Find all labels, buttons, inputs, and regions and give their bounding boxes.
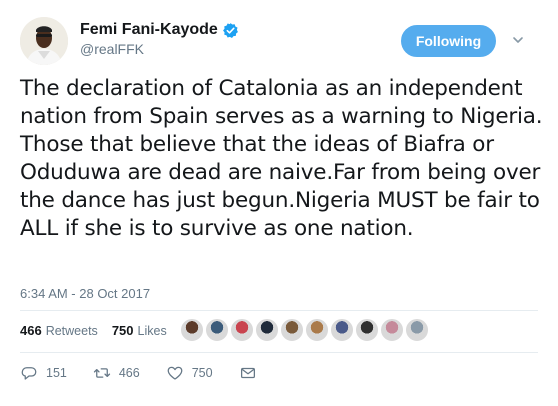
author-display-name[interactable]: Femi Fani-Kayode (80, 21, 218, 39)
liker-avatar[interactable] (205, 318, 229, 342)
retweets-label: Retweets (45, 324, 98, 338)
retweet-icon (93, 368, 110, 378)
tweet-text: The declaration of Catalonia as an indep… (20, 76, 543, 241)
reply-icon (21, 367, 37, 380)
tweet-timestamp[interactable]: 6:34 AM - 28 Oct 2017 (20, 286, 150, 301)
author-handle[interactable]: @realFFK (80, 41, 144, 57)
liker-avatar[interactable] (280, 318, 304, 342)
likes-count: 750 (111, 323, 134, 338)
retweet-count: 466 (118, 366, 140, 380)
reply-count: 151 (46, 366, 67, 380)
like-count: 750 (191, 366, 213, 380)
avatar-image (20, 17, 68, 65)
tweet-stats: 466 Retweets 750 Likes (20, 323, 181, 338)
liker-avatar[interactable] (405, 318, 429, 342)
direct-message-button[interactable] (239, 364, 257, 382)
chevron-down-icon[interactable] (511, 33, 525, 47)
liker-avatars (180, 318, 430, 342)
retweets-count: 466 (20, 323, 42, 338)
likes-label: Likes (137, 324, 167, 338)
liker-avatar[interactable] (230, 318, 254, 342)
liker-avatar[interactable] (180, 318, 204, 342)
retweets-stat[interactable]: 466 Retweets (20, 323, 98, 338)
liker-avatar[interactable] (380, 318, 404, 342)
liker-avatar[interactable] (255, 318, 279, 342)
verified-badge-icon (222, 22, 238, 38)
stats-divider-bottom (20, 352, 538, 353)
following-button[interactable]: Following (401, 25, 496, 57)
author-avatar[interactable] (20, 17, 68, 65)
likes-stat[interactable]: 750 Likes (112, 323, 167, 338)
envelope-icon (240, 367, 255, 379)
tweet-actions: 151 466 750 (20, 364, 283, 382)
like-button[interactable]: 750 (166, 364, 213, 382)
retweet-button[interactable]: 466 (93, 364, 140, 382)
liker-avatar[interactable] (305, 318, 329, 342)
author-name-row: Femi Fani-Kayode (80, 21, 239, 39)
reply-button[interactable]: 151 (20, 364, 67, 382)
stats-divider-top (20, 310, 538, 311)
heart-icon (167, 366, 183, 380)
liker-avatar[interactable] (355, 318, 379, 342)
liker-avatar[interactable] (330, 318, 354, 342)
